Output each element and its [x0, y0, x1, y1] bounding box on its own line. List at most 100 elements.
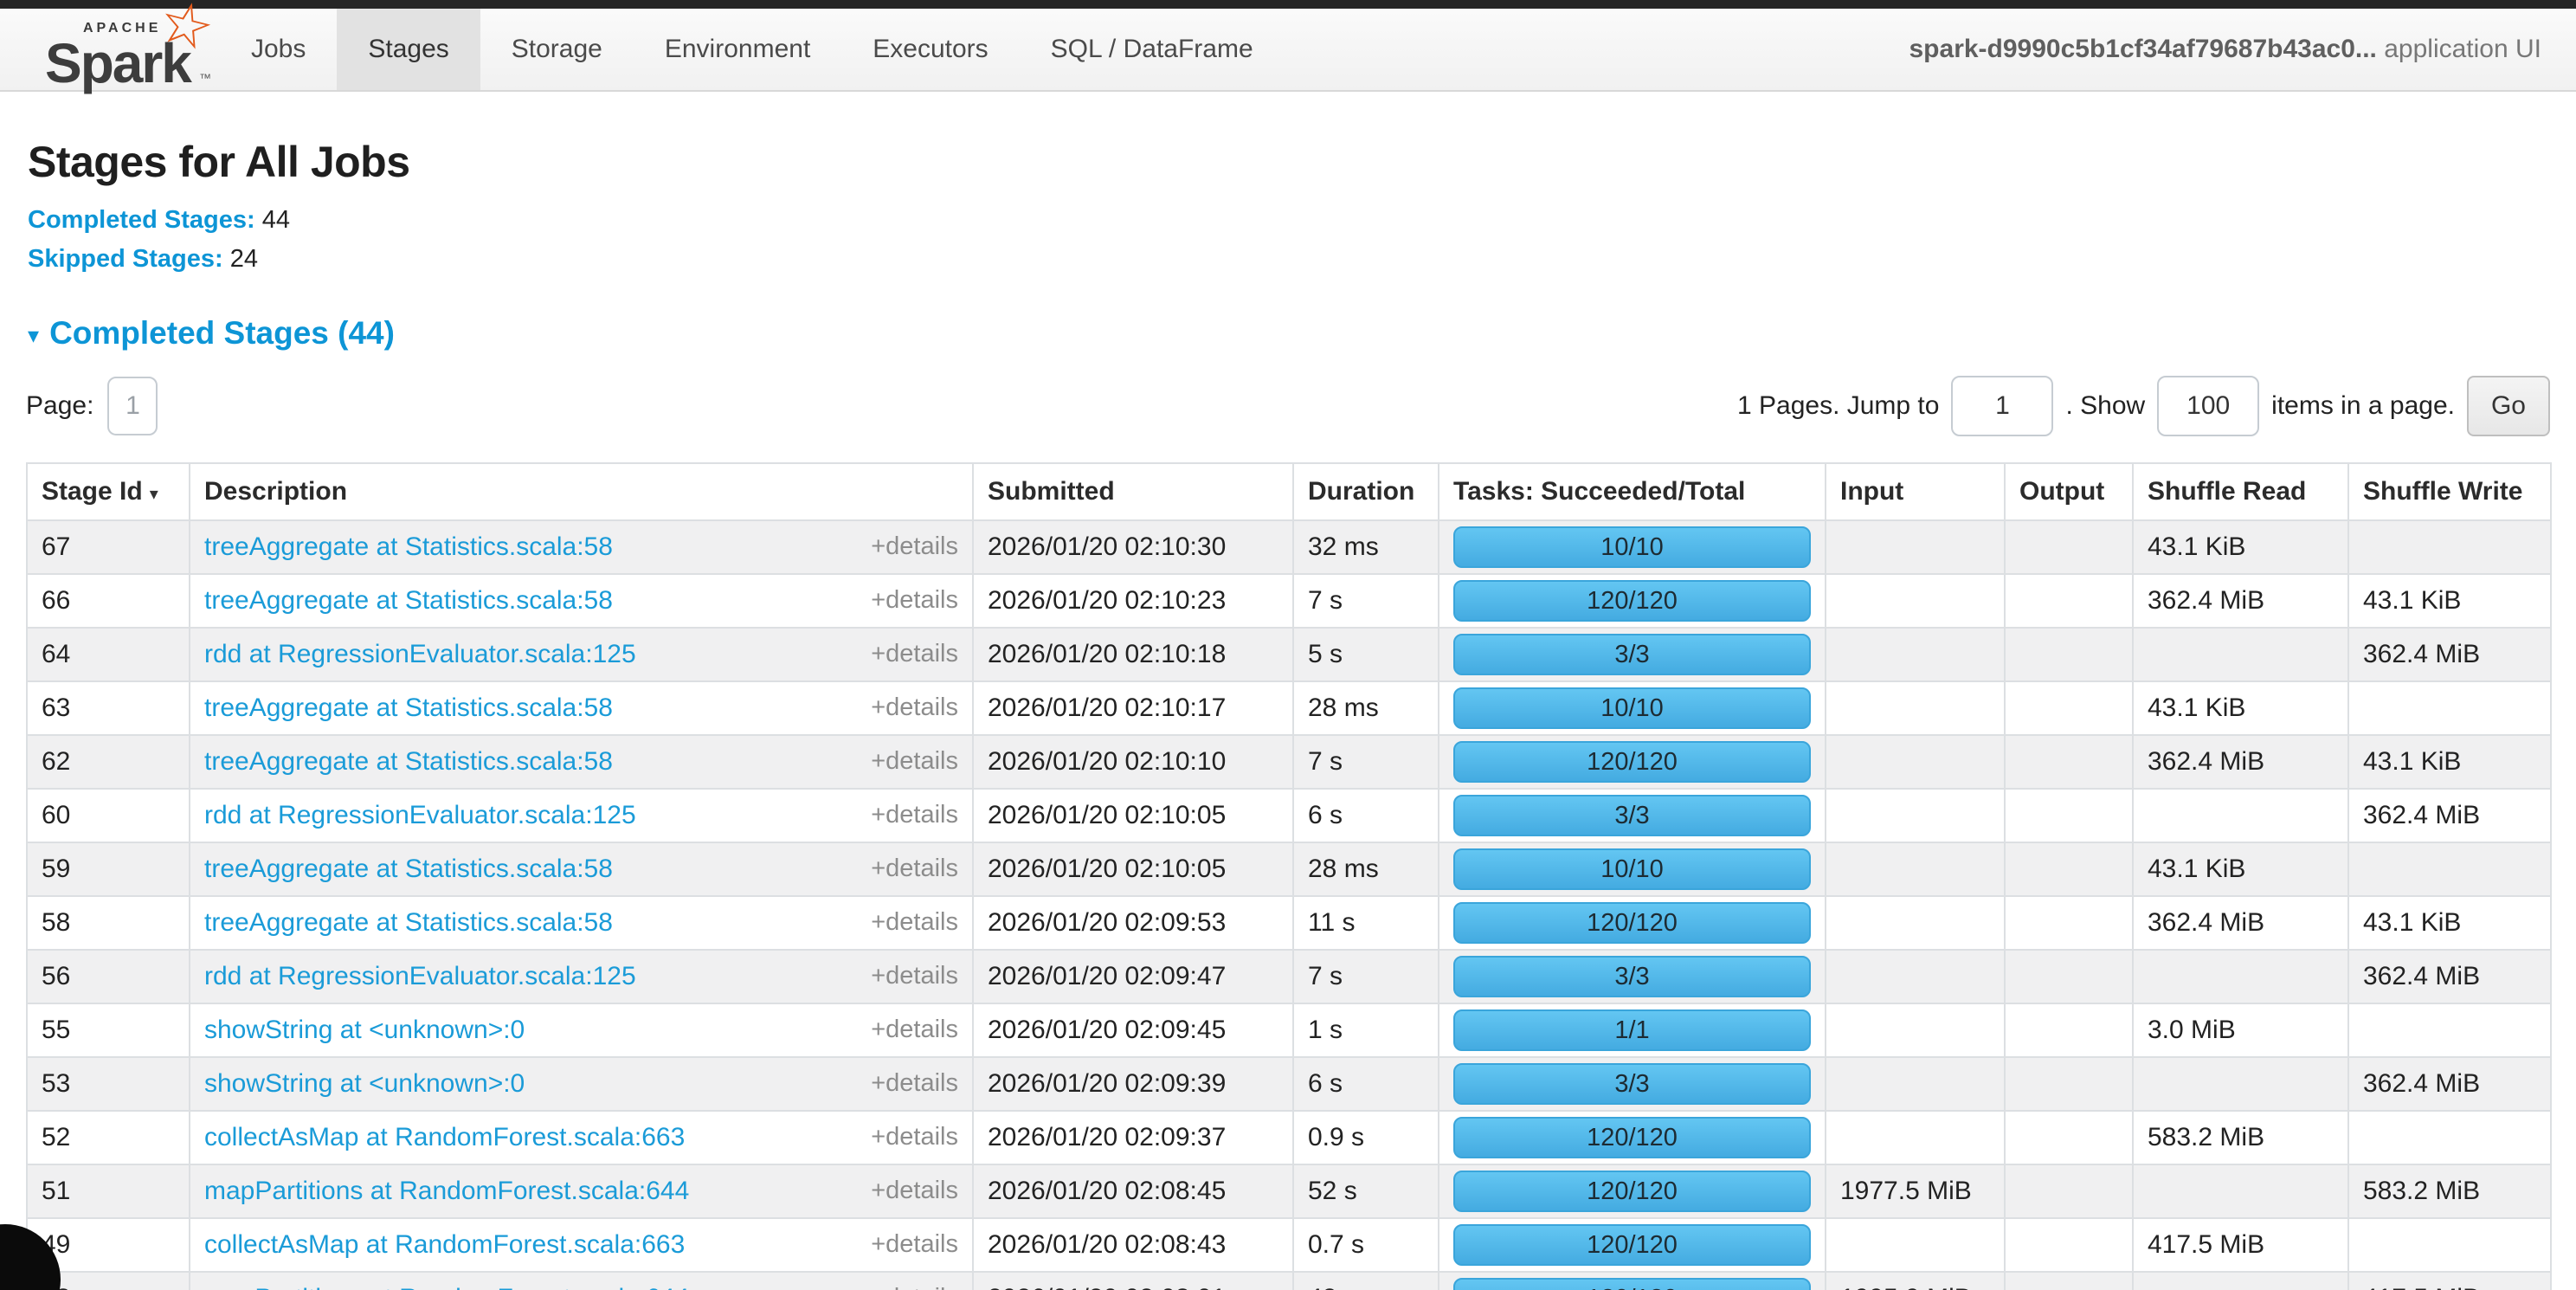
output-cell — [2005, 1003, 2133, 1057]
tasks-cell: 3/3 — [1439, 789, 1826, 842]
stage-description-link[interactable]: treeAggregate at Statistics.scala:58 — [204, 693, 613, 722]
nav-tab-stages[interactable]: Stages — [337, 9, 480, 90]
go-button[interactable]: Go — [2467, 376, 2550, 436]
details-toggle[interactable]: +details — [871, 747, 958, 776]
tasks-cell: 3/3 — [1439, 628, 1826, 681]
details-toggle[interactable]: +details — [871, 1123, 958, 1151]
stage-description-link[interactable]: rdd at RegressionEvaluator.scala:125 — [204, 962, 636, 990]
tasks-cell: 3/3 — [1439, 1057, 1826, 1111]
stage-description-link[interactable]: treeAggregate at Statistics.scala:58 — [204, 532, 613, 561]
navbar: APACHE Spark ☆ ™ JobsStagesStorageEnviro… — [0, 9, 2576, 92]
nav-tab-environment[interactable]: Environment — [634, 9, 841, 90]
collapse-arrow-icon: ▾ — [28, 322, 39, 349]
stage-description-link[interactable]: showString at <unknown>:0 — [204, 1016, 525, 1044]
shuffle-read-cell — [2133, 950, 2348, 1003]
column-header-shuffle-write[interactable]: Shuffle Write — [2348, 463, 2551, 520]
details-toggle[interactable]: +details — [871, 962, 958, 990]
stage-id-cell: 55 — [27, 1003, 190, 1057]
items-per-page-input[interactable] — [2157, 376, 2259, 436]
column-header-input[interactable]: Input — [1826, 463, 2005, 520]
completed-stages-section-header[interactable]: ▾ Completed Stages (44) — [28, 315, 2550, 352]
tasks-cell: 120/120 — [1439, 735, 1826, 789]
column-header-duration[interactable]: Duration — [1293, 463, 1439, 520]
duration-cell: 0.9 s — [1293, 1111, 1439, 1164]
details-toggle[interactable]: +details — [871, 1177, 958, 1205]
details-toggle[interactable]: +details — [871, 640, 958, 668]
table-row: 52+detailscollectAsMap at RandomForest.s… — [27, 1111, 2551, 1164]
input-cell — [1826, 520, 2005, 574]
duration-cell: 28 ms — [1293, 681, 1439, 735]
table-row: 59+detailstreeAggregate at Statistics.sc… — [27, 842, 2551, 896]
stage-description-link[interactable]: treeAggregate at Statistics.scala:58 — [204, 855, 613, 883]
description-cell: +details treeAggregate at Statistics.scal… — [190, 520, 973, 574]
tasks-progress-bar: 120/120 — [1453, 1278, 1811, 1290]
column-header-label: Tasks: Succeeded/Total — [1453, 477, 1745, 506]
column-header-stage-id[interactable]: Stage Id▾ — [27, 463, 190, 520]
jump-to-page-input[interactable] — [1951, 376, 2053, 436]
stage-description-link[interactable]: rdd at RegressionEvaluator.scala:125 — [204, 801, 636, 829]
show-text: . Show — [2065, 391, 2145, 421]
details-toggle[interactable]: +details — [871, 908, 958, 937]
stage-description-link[interactable]: treeAggregate at Statistics.scala:58 — [204, 747, 613, 776]
column-header-description[interactable]: Description — [190, 463, 973, 520]
stage-description-link[interactable]: mapPartitions at RandomForest.scala:644 — [204, 1284, 689, 1290]
stage-description-link[interactable]: showString at <unknown>:0 — [204, 1069, 525, 1098]
stage-id-cell: 58 — [27, 896, 190, 950]
table-row: 67+detailstreeAggregate at Statistics.sc… — [27, 520, 2551, 574]
page-title: Stages for All Jobs — [28, 137, 2550, 187]
details-toggle[interactable]: +details — [871, 855, 958, 883]
submitted-cell: 2026/01/20 02:08:43 — [973, 1218, 1293, 1272]
output-cell — [2005, 1218, 2133, 1272]
nav-tab-sql-dataframe[interactable]: SQL / DataFrame — [1020, 9, 1285, 90]
duration-cell: 28 ms — [1293, 842, 1439, 896]
column-header-label: Stage Id — [42, 477, 143, 506]
input-cell — [1826, 950, 2005, 1003]
duration-cell: 1 s — [1293, 1003, 1439, 1057]
shuffle-write-cell — [2348, 1003, 2551, 1057]
output-cell — [2005, 896, 2133, 950]
details-toggle[interactable]: +details — [871, 586, 958, 615]
details-toggle[interactable]: +details — [871, 532, 958, 561]
column-header-label: Shuffle Read — [2148, 477, 2306, 506]
nav-tab-executors[interactable]: Executors — [841, 9, 1019, 90]
skipped-stages-label[interactable]: Skipped Stages: — [28, 245, 223, 273]
table-row: 49+detailscollectAsMap at RandomForest.s… — [27, 1218, 2551, 1272]
completed-stages-label[interactable]: Completed Stages: — [28, 206, 255, 234]
spark-logo[interactable]: APACHE Spark ☆ ™ — [29, 9, 220, 90]
stage-description-link[interactable]: treeAggregate at Statistics.scala:58 — [204, 586, 613, 615]
column-header-tasks-succeeded-total[interactable]: Tasks: Succeeded/Total — [1439, 463, 1826, 520]
nav-tab-storage[interactable]: Storage — [480, 9, 634, 90]
stage-id-cell: 60 — [27, 789, 190, 842]
details-toggle[interactable]: +details — [871, 693, 958, 722]
skipped-stages-count: 24 — [230, 245, 258, 273]
column-header-shuffle-read[interactable]: Shuffle Read — [2133, 463, 2348, 520]
details-toggle[interactable]: +details — [871, 1016, 958, 1044]
shuffle-write-cell: 362.4 MiB — [2348, 789, 2551, 842]
shuffle-write-cell — [2348, 842, 2551, 896]
submitted-cell: 2026/01/20 02:09:39 — [973, 1057, 1293, 1111]
page-label: Page: — [26, 391, 93, 421]
stage-description-link[interactable]: collectAsMap at RandomForest.scala:663 — [204, 1230, 685, 1259]
nav-tab-jobs[interactable]: Jobs — [220, 9, 337, 90]
stage-description-link[interactable]: treeAggregate at Statistics.scala:58 — [204, 908, 613, 937]
stage-description-link[interactable]: collectAsMap at RandomForest.scala:663 — [204, 1123, 685, 1151]
shuffle-write-cell: 43.1 KiB — [2348, 896, 2551, 950]
input-cell: 1995.9 MiB — [1826, 1272, 2005, 1290]
page-number-input[interactable] — [107, 377, 158, 435]
details-toggle[interactable]: +details — [871, 1284, 958, 1290]
stage-description-link[interactable]: rdd at RegressionEvaluator.scala:125 — [204, 640, 636, 668]
details-toggle[interactable]: +details — [871, 1230, 958, 1259]
details-toggle[interactable]: +details — [871, 1069, 958, 1098]
shuffle-read-cell: 3.0 MiB — [2133, 1003, 2348, 1057]
details-toggle[interactable]: +details — [871, 801, 958, 829]
tasks-progress-bar: 1/1 — [1453, 1009, 1811, 1051]
shuffle-write-cell: 362.4 MiB — [2348, 1057, 2551, 1111]
column-header-output[interactable]: Output — [2005, 463, 2133, 520]
section-title: Completed Stages (44) — [49, 315, 395, 352]
input-cell — [1826, 1003, 2005, 1057]
shuffle-read-cell: 362.4 MiB — [2133, 574, 2348, 628]
shuffle-write-cell: 43.1 KiB — [2348, 735, 2551, 789]
table-row: 55+detailsshowString at <unknown>:02026/… — [27, 1003, 2551, 1057]
column-header-submitted[interactable]: Submitted — [973, 463, 1293, 520]
stage-description-link[interactable]: mapPartitions at RandomForest.scala:644 — [204, 1177, 689, 1205]
